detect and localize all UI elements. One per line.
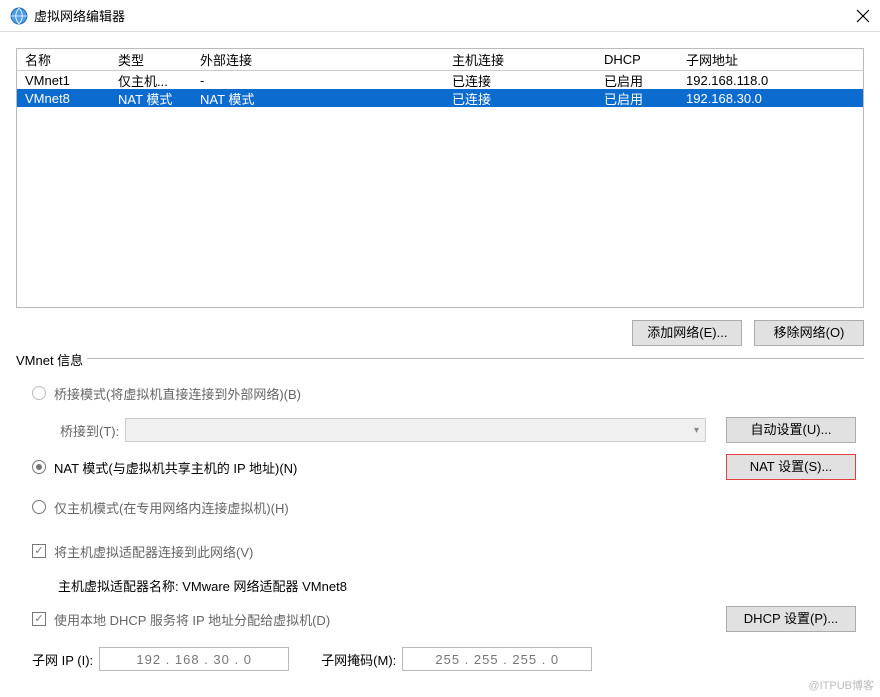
col-host[interactable]: 主机连接 bbox=[446, 50, 598, 69]
add-network-button[interactable]: 添加网络(E)... bbox=[632, 320, 742, 346]
host-adapter-check-label: 将主机虚拟适配器连接到此网络(V) bbox=[54, 542, 253, 561]
subnet-ip-field[interactable]: 192 . 168 . 30 . 0 bbox=[99, 647, 289, 671]
title-left: 虚拟网络编辑器 bbox=[10, 6, 125, 25]
col-subnet[interactable]: 子网地址 bbox=[680, 50, 861, 69]
bridge-radio[interactable] bbox=[32, 386, 46, 400]
hostonly-radio-label: 仅主机模式(在专用网络内连接虚拟机)(H) bbox=[54, 498, 289, 517]
chevron-down-icon: ▾ bbox=[694, 425, 699, 436]
vmnet-info-legend: VMnet 信息 bbox=[16, 350, 87, 369]
subnet-mask-label: 子网掩码(M): bbox=[321, 650, 396, 669]
subnet-mask-field[interactable]: 255 . 255 . 255 . 0 bbox=[402, 647, 592, 671]
close-icon[interactable] bbox=[856, 9, 870, 23]
col-name[interactable]: 名称 bbox=[19, 50, 112, 69]
window-title: 虚拟网络编辑器 bbox=[34, 6, 125, 25]
col-ext[interactable]: 外部连接 bbox=[194, 50, 446, 69]
nat-settings-button[interactable]: NAT 设置(S)... bbox=[726, 454, 856, 480]
dhcp-check[interactable] bbox=[32, 612, 46, 626]
col-type[interactable]: 类型 bbox=[112, 50, 194, 69]
title-bar: 虚拟网络编辑器 bbox=[0, 0, 880, 32]
dhcp-settings-button[interactable]: DHCP 设置(P)... bbox=[726, 606, 856, 632]
host-adapter-name: 主机虚拟适配器名称: VMware 网络适配器 VMnet8 bbox=[58, 576, 347, 595]
table-row[interactable]: VMnet1 仅主机... - 已连接 已启用 192.168.118.0 bbox=[17, 71, 863, 89]
bridge-to-label: 桥接到(T): bbox=[60, 421, 119, 440]
nat-radio-label: NAT 模式(与虚拟机共享主机的 IP 地址)(N) bbox=[54, 458, 710, 477]
table-header: 名称 类型 外部连接 主机连接 DHCP 子网地址 bbox=[17, 49, 863, 71]
watermark: @ITPUB博客 bbox=[808, 677, 874, 693]
app-icon bbox=[10, 7, 28, 25]
auto-settings-button[interactable]: 自动设置(U)... bbox=[726, 417, 856, 443]
bridge-radio-label: 桥接模式(将虚拟机直接连接到外部网络)(B) bbox=[54, 384, 301, 403]
remove-network-button[interactable]: 移除网络(O) bbox=[754, 320, 864, 346]
bridge-to-combo[interactable]: ▾ bbox=[125, 418, 706, 442]
host-adapter-check[interactable] bbox=[32, 544, 46, 558]
subnet-ip-label: 子网 IP (I): bbox=[32, 650, 93, 669]
vmnet-info-group: VMnet 信息 桥接模式(将虚拟机直接连接到外部网络)(B) 桥接到(T): … bbox=[16, 358, 864, 687]
col-dhcp[interactable]: DHCP bbox=[598, 52, 680, 67]
table-buttons: 添加网络(E)... 移除网络(O) bbox=[16, 308, 864, 358]
dhcp-check-label: 使用本地 DHCP 服务将 IP 地址分配给虚拟机(D) bbox=[54, 610, 710, 629]
table-row[interactable]: VMnet8 NAT 模式 NAT 模式 已连接 已启用 192.168.30.… bbox=[17, 89, 863, 107]
hostonly-radio[interactable] bbox=[32, 500, 46, 514]
nat-radio[interactable] bbox=[32, 460, 46, 474]
network-table: 名称 类型 外部连接 主机连接 DHCP 子网地址 VMnet1 仅主机... … bbox=[16, 48, 864, 308]
content-area: 名称 类型 外部连接 主机连接 DHCP 子网地址 VMnet1 仅主机... … bbox=[0, 32, 880, 687]
